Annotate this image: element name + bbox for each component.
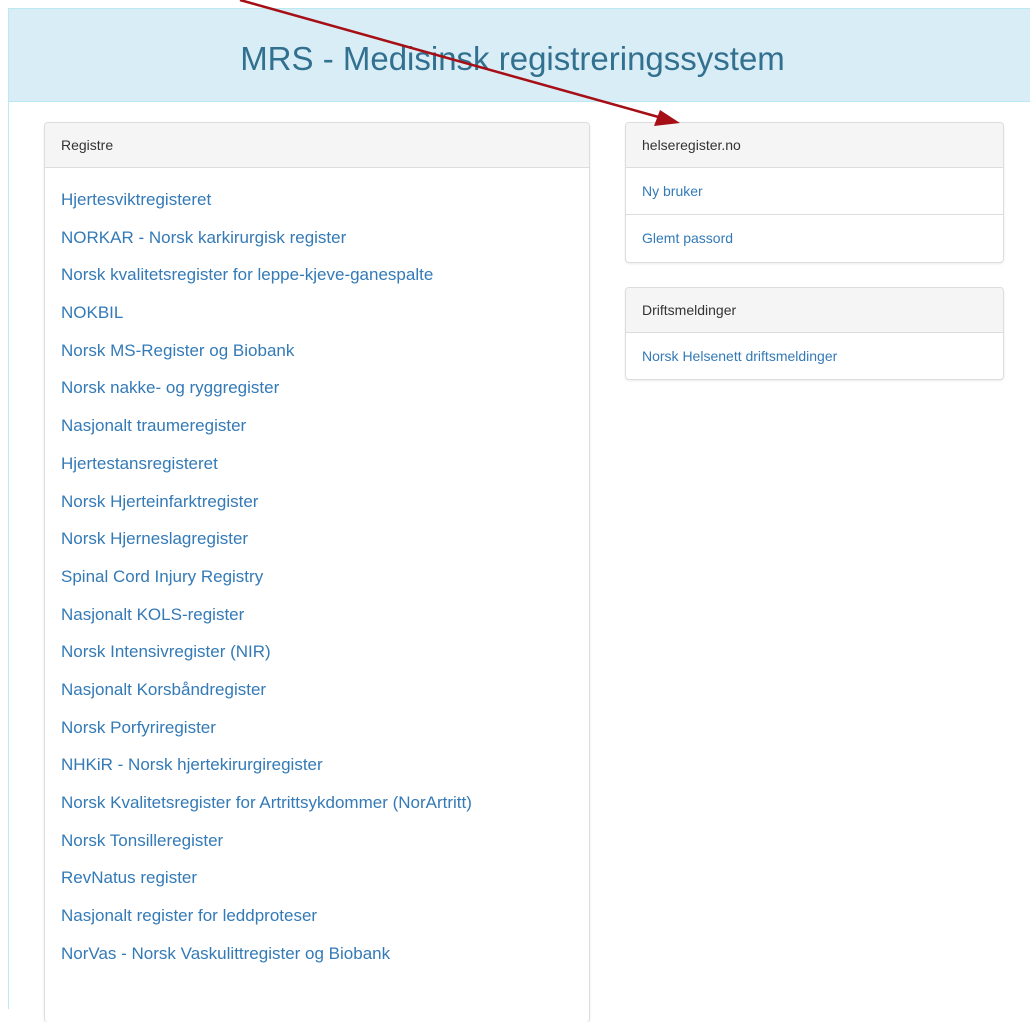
- list-item: Spinal Cord Injury Registry: [61, 558, 589, 596]
- registry-link[interactable]: Hjertesviktregisteret: [61, 190, 211, 209]
- operations-heading: Driftsmeldinger: [626, 288, 1003, 333]
- list-item: RevNatus register: [61, 859, 589, 897]
- list-item: Norsk Porfyriregister: [61, 709, 589, 747]
- helseregister-heading: helseregister.no: [626, 123, 1003, 168]
- list-item: Nasjonalt Korsbåndregister: [61, 671, 589, 709]
- registry-link[interactable]: Norsk Kvalitetsregister for Artrittsykdo…: [61, 793, 472, 812]
- registry-link[interactable]: Norsk Porfyriregister: [61, 718, 216, 737]
- list-item: NOKBIL: [61, 294, 589, 332]
- registry-list: Hjertesviktregisteret NORKAR - Norsk kar…: [45, 168, 589, 972]
- registry-link[interactable]: Hjertestansregisteret: [61, 454, 218, 473]
- operations-item: Norsk Helsenett driftsmeldinger: [626, 333, 1003, 380]
- registry-link[interactable]: Norsk Intensivregister (NIR): [61, 642, 271, 661]
- registry-link[interactable]: Norsk kvalitetsregister for leppe-kjeve-…: [61, 265, 433, 284]
- registries-panel: Registre Hjertesviktregisteret NORKAR - …: [44, 122, 590, 1022]
- list-item: Norsk Kvalitetsregister for Artrittsykdo…: [61, 784, 589, 822]
- list-item: NorVas - Norsk Vaskulittregister og Biob…: [61, 935, 589, 973]
- list-item: NHKiR - Norsk hjertekirurgiregister: [61, 746, 589, 784]
- registry-link[interactable]: Norsk Hjerneslagregister: [61, 529, 248, 548]
- registry-link[interactable]: Norsk Tonsilleregister: [61, 831, 223, 850]
- registry-link[interactable]: NHKiR - Norsk hjertekirurgiregister: [61, 755, 323, 774]
- registry-link[interactable]: Nasjonalt register for leddproteser: [61, 906, 317, 925]
- registry-link[interactable]: Norsk MS-Register og Biobank: [61, 341, 294, 360]
- registry-link[interactable]: Norsk nakke- og ryggregister: [61, 378, 279, 397]
- page-frame: MRS - Medisinsk registreringssystem Regi…: [8, 8, 1030, 1022]
- registry-link[interactable]: Spinal Cord Injury Registry: [61, 567, 263, 586]
- list-item: Norsk nakke- og ryggregister: [61, 369, 589, 407]
- list-item: Norsk kvalitetsregister for leppe-kjeve-…: [61, 256, 589, 294]
- list-item: Hjertesviktregisteret: [61, 181, 589, 219]
- registry-link[interactable]: Norsk Hjerteinfarktregister: [61, 492, 258, 511]
- list-item: NORKAR - Norsk karkirurgisk register: [61, 219, 589, 257]
- list-item: Hjertestansregisteret: [61, 445, 589, 483]
- list-item: Norsk Hjerteinfarktregister: [61, 483, 589, 521]
- list-item: Nasjonalt traumeregister: [61, 407, 589, 445]
- list-item: Norsk Tonsilleregister: [61, 822, 589, 860]
- helseregister-panel: helseregister.no Ny bruker Glemt passord: [625, 122, 1004, 263]
- operations-link[interactable]: Norsk Helsenett driftsmeldinger: [642, 348, 837, 364]
- registry-link[interactable]: RevNatus register: [61, 868, 197, 887]
- registry-link[interactable]: NorVas - Norsk Vaskulittregister og Biob…: [61, 944, 390, 963]
- registry-link[interactable]: NOKBIL: [61, 303, 123, 322]
- registry-link[interactable]: Nasjonalt KOLS-register: [61, 605, 244, 624]
- page-header: MRS - Medisinsk registreringssystem: [9, 9, 1030, 102]
- new-user-link[interactable]: Ny bruker: [642, 183, 703, 199]
- new-user-item: Ny bruker: [626, 168, 1003, 215]
- list-item: Nasjonalt register for leddproteser: [61, 897, 589, 935]
- registry-link[interactable]: Nasjonalt Korsbåndregister: [61, 680, 266, 699]
- registries-heading: Registre: [45, 123, 589, 168]
- list-item: Norsk Hjerneslagregister: [61, 520, 589, 558]
- list-item: Norsk Intensivregister (NIR): [61, 633, 589, 671]
- forgot-password-item: Glemt passord: [626, 215, 1003, 262]
- list-item: Norsk MS-Register og Biobank: [61, 332, 589, 370]
- registry-link[interactable]: NORKAR - Norsk karkirurgisk register: [61, 228, 346, 247]
- forgot-password-link[interactable]: Glemt passord: [642, 230, 733, 246]
- page-title: MRS - Medisinsk registreringssystem: [240, 40, 785, 77]
- registry-link[interactable]: Nasjonalt traumeregister: [61, 416, 246, 435]
- operations-panel: Driftsmeldinger Norsk Helsenett driftsme…: [625, 287, 1004, 380]
- list-item: Nasjonalt KOLS-register: [61, 596, 589, 634]
